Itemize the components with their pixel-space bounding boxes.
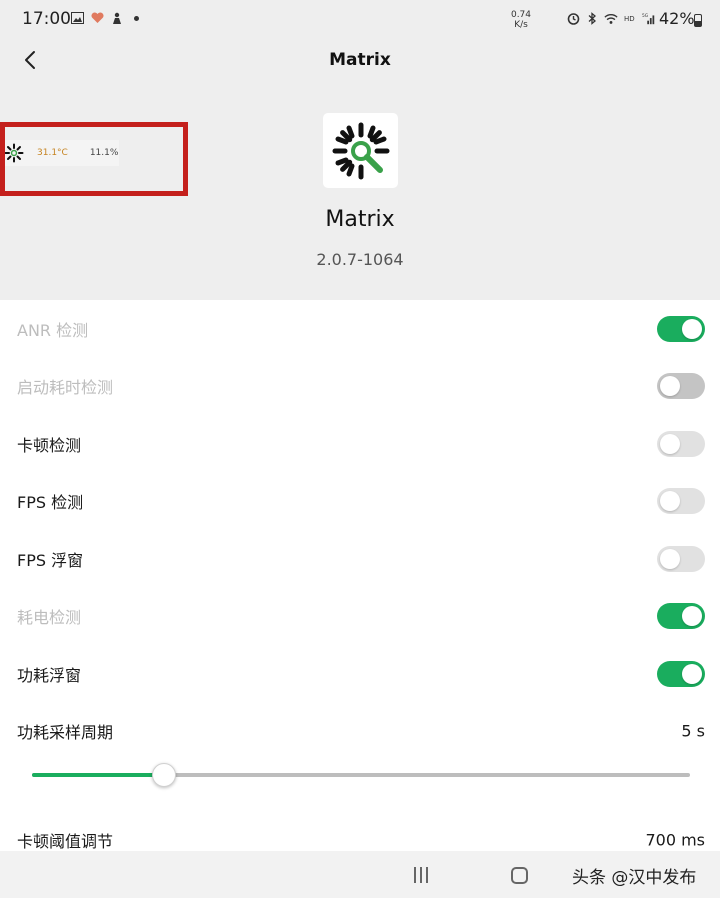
- setting-power-detection: 耗电检测: [0, 588, 720, 646]
- app-name: Matrix: [325, 207, 395, 232]
- setting-fps-detection: FPS 检测: [0, 473, 720, 531]
- matrix-logo-icon: [323, 113, 398, 188]
- setting-label: 卡顿检测: [17, 435, 82, 455]
- toggle-knob: [660, 376, 680, 397]
- setting-label: ANR 检测: [17, 320, 89, 340]
- page-title: Matrix: [329, 50, 391, 70]
- svg-text:5G: 5G: [642, 13, 649, 19]
- lag-detection-toggle[interactable]: [657, 430, 705, 457]
- setting-label: FPS 浮窗: [17, 550, 84, 570]
- slider-fill: [32, 773, 164, 777]
- app-version: 2.0.7-1064: [316, 250, 404, 269]
- network-speed-value: 0.74: [510, 10, 532, 20]
- setting-label: 功耗浮窗: [17, 665, 82, 685]
- network-speed: 0.74 K/s: [508, 10, 534, 30]
- setting-label: 耗电检测: [17, 608, 82, 628]
- toggle-knob: [660, 433, 680, 454]
- battery-percent: 42%: [659, 9, 695, 28]
- recent-apps-button[interactable]: [414, 867, 432, 883]
- setting-label: 启动耗时检测: [17, 378, 114, 398]
- home-button[interactable]: [511, 867, 528, 884]
- setting-startup-time-detection: 启动耗时检测: [0, 358, 720, 416]
- power-detection-toggle[interactable]: [657, 603, 705, 630]
- toggle-knob: [682, 318, 702, 339]
- toggle-knob: [660, 491, 680, 512]
- cellular-5g-signal-icon: 5G: [642, 11, 656, 25]
- battery-icon: [694, 14, 702, 27]
- settings-list: ANR 检测 启动耗时检测 卡顿检测 FPS 检测 FPS 浮窗 耗电检测 功耗…: [0, 300, 720, 760]
- slider-thumb[interactable]: [151, 763, 176, 787]
- sampling-period-slider[interactable]: [32, 763, 690, 787]
- lag-threshold-value: 700 ms: [645, 830, 705, 850]
- setting-lag-detection: 卡顿检测: [0, 415, 720, 473]
- sampling-period-label: 功耗采样周期: [17, 723, 114, 743]
- gallery-icon: [70, 11, 84, 25]
- health-heart-icon: [90, 11, 104, 25]
- alarm-icon: [566, 11, 580, 25]
- highlight-annotation-box: [0, 122, 188, 196]
- setting-power-sampling-period: 功耗采样周期 5 s: [0, 703, 720, 761]
- notification-icons: [70, 11, 139, 25]
- system-icons: HD 5G: [566, 11, 656, 25]
- navigation-bar: 头条 @汉中发布: [0, 851, 720, 898]
- svg-text:HD: HD: [624, 15, 635, 23]
- power-floating-window-toggle[interactable]: [657, 660, 705, 687]
- toggle-knob: [682, 606, 702, 627]
- fps-floating-window-toggle[interactable]: [657, 545, 705, 572]
- sampling-period-value: 5 s: [681, 721, 705, 741]
- lag-threshold-label: 卡顿阈值调节: [17, 832, 114, 851]
- fps-detection-toggle[interactable]: [657, 488, 705, 515]
- anr-detection-toggle[interactable]: [657, 315, 705, 342]
- startup-time-detection-toggle[interactable]: [657, 373, 705, 400]
- status-bar: 17:00 0.74 K/s HD 5G 42%: [0, 0, 720, 40]
- setting-fps-floating-window: FPS 浮窗: [0, 530, 720, 588]
- network-speed-unit: K/s: [514, 20, 528, 30]
- setting-anr-detection: ANR 检测: [0, 300, 720, 358]
- steps-icon: [110, 11, 124, 25]
- setting-power-floating-window: 功耗浮窗: [0, 645, 720, 703]
- source-watermark: 头条 @汉中发布: [572, 868, 697, 888]
- toggle-knob: [682, 663, 702, 684]
- more-notifications-dot: [134, 15, 139, 21]
- status-time: 17:00: [22, 9, 71, 29]
- bluetooth-icon: [585, 11, 599, 25]
- hd-voice-icon: HD: [623, 11, 637, 25]
- setting-label: FPS 检测: [17, 493, 84, 513]
- toggle-knob: [660, 548, 680, 569]
- wifi-icon: [604, 11, 618, 25]
